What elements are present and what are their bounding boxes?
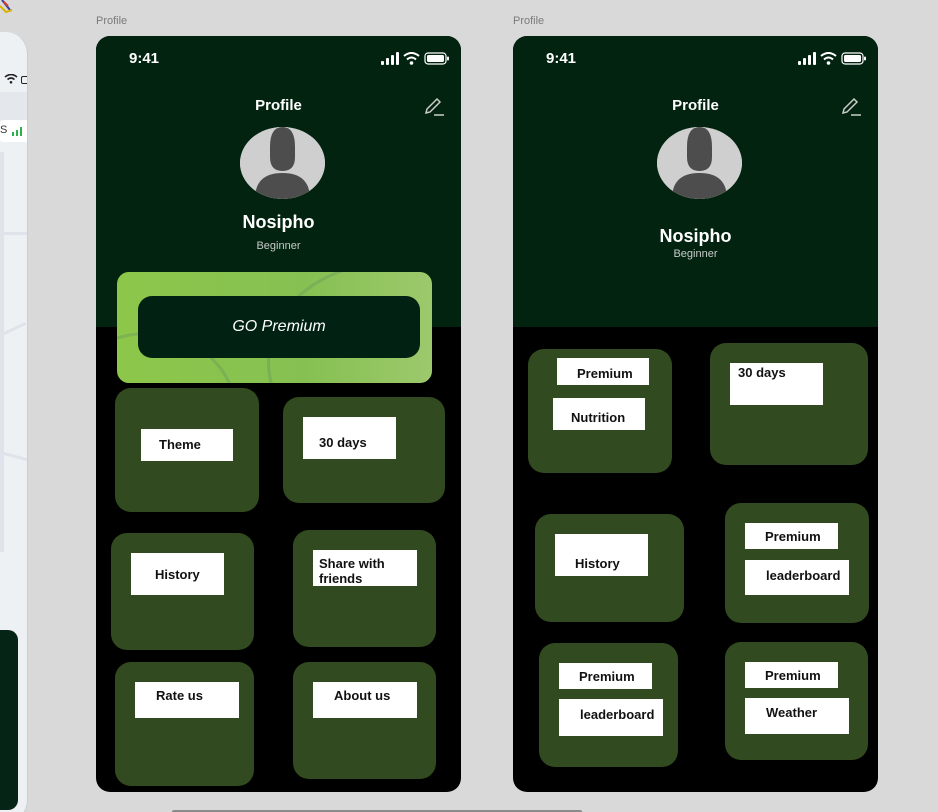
wifi-icon: [4, 74, 18, 84]
avatar-icon: [240, 127, 325, 199]
tile-label: leaderboard: [745, 560, 849, 595]
status-icons: [798, 52, 866, 65]
tile-label: Nutrition: [553, 398, 645, 430]
tile-label: Share with friends: [313, 550, 417, 586]
tile-premium-weather[interactable]: Premium Weather: [725, 642, 868, 760]
tile-history[interactable]: History: [535, 514, 684, 622]
tile-share-with-friends[interactable]: Share with friends: [293, 530, 436, 647]
edit-icon[interactable]: [423, 94, 445, 116]
tile-label: 30 days: [730, 363, 823, 405]
battery-icon: [21, 76, 27, 84]
tile-label: History: [131, 553, 224, 595]
tile-label: 30 days: [303, 417, 396, 459]
tile-premium-nutrition[interactable]: Premium Nutrition: [528, 349, 672, 473]
signal-icon: [12, 127, 22, 136]
tile-label: leaderboard: [559, 699, 663, 736]
tile-label: Theme: [141, 429, 233, 461]
user-level: Beginner: [673, 248, 718, 260]
edit-icon[interactable]: [840, 94, 862, 116]
tile-about-us[interactable]: About us: [293, 662, 436, 779]
signal-icon: [798, 52, 816, 65]
premium-banner: GO Premium: [117, 272, 432, 383]
pin-icon: [0, 0, 13, 14]
side-device-card: [0, 630, 18, 810]
tile-30-days[interactable]: 30 days: [283, 397, 445, 503]
tile-premium-leaderboard[interactable]: Premium leaderboard: [539, 643, 678, 767]
tile-label: About us: [313, 682, 417, 718]
tile-label: Premium: [557, 358, 649, 385]
avatar[interactable]: [240, 127, 325, 199]
wifi-icon: [403, 52, 420, 65]
status-icons: [381, 52, 449, 65]
tile-label: History: [555, 534, 648, 576]
tile-label: Premium: [745, 523, 838, 549]
tile-label: Premium: [745, 662, 838, 688]
tile-premium-leaderboard[interactable]: Premium leaderboard: [725, 503, 869, 623]
user-name: Nosipho: [242, 212, 315, 232]
user-name: Nosipho: [659, 226, 732, 246]
avatar-icon: [657, 127, 742, 199]
tile-label: Rate us: [135, 682, 239, 718]
wifi-icon: [820, 52, 837, 65]
signal-icon: [381, 52, 399, 65]
tile-30-days[interactable]: 30 days: [710, 343, 868, 465]
page-title: Profile: [672, 97, 719, 114]
frame-label-left: Profile: [96, 15, 128, 27]
status-time: 9:41: [546, 50, 577, 67]
carrier-letter: S: [0, 124, 8, 136]
user-level: Beginner: [256, 240, 301, 252]
search-chip: S: [0, 120, 27, 142]
battery-icon: [424, 52, 449, 65]
tile-label: Weather: [745, 698, 849, 734]
tile-label: Premium: [559, 663, 652, 689]
phone-profile-right: 9:41 Profile Nosipho Beginner Premium Nu…: [513, 36, 878, 792]
tile-history[interactable]: History: [111, 533, 254, 650]
status-time: 9:41: [129, 50, 160, 67]
tile-theme[interactable]: Theme: [115, 388, 259, 512]
frame-label-right: Profile: [513, 15, 545, 27]
phone-profile-left: 9:41 Profile Nosipho Beginner GO Premium…: [96, 36, 461, 792]
page-title: Profile: [255, 97, 302, 114]
go-premium-button[interactable]: GO Premium: [138, 296, 420, 358]
tile-rate-us[interactable]: Rate us: [115, 662, 254, 786]
avatar[interactable]: [657, 127, 742, 199]
battery-icon: [841, 52, 866, 65]
